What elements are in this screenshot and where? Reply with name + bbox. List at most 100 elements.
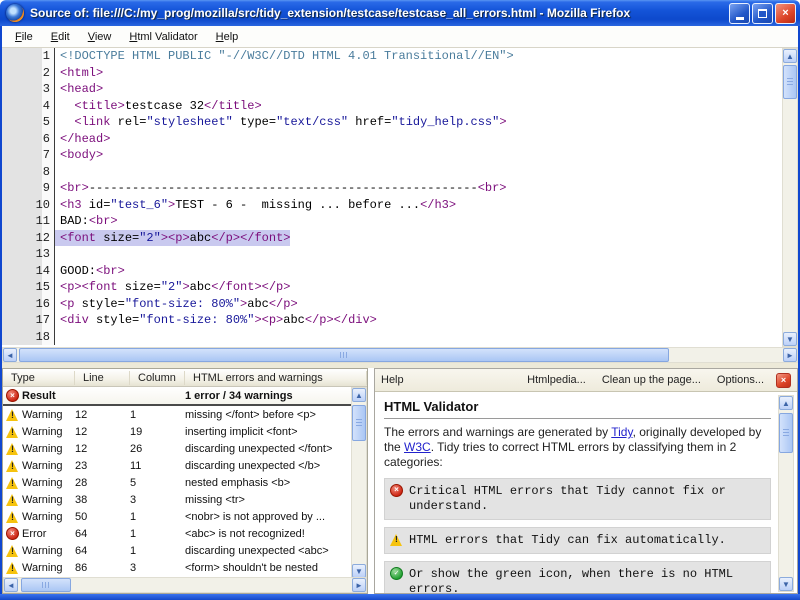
scroll-right-icon[interactable]: ►: [352, 578, 366, 592]
type-label: Warning: [22, 460, 63, 472]
thumb-grip: [42, 582, 50, 588]
help-vertical-scrollbar[interactable]: ▲ ▼: [778, 395, 794, 592]
tidy-link[interactable]: Tidy: [611, 425, 632, 439]
type-label: Error: [22, 528, 46, 540]
column-cell: 3: [130, 494, 185, 506]
help-toolbar: Help Htmlpedia... Clean up the page... O…: [375, 369, 797, 392]
column-header-line[interactable]: Line: [75, 371, 130, 385]
column-header-column[interactable]: Column: [130, 371, 185, 385]
scroll-up-icon[interactable]: ▲: [352, 388, 366, 402]
type-label: Warning: [22, 494, 63, 506]
table-row[interactable]: Warning285nested emphasis <b>: [3, 474, 367, 491]
table-row[interactable]: ×Error641<abc> is not recognized!: [3, 525, 367, 542]
source-vscroll-thumb[interactable]: [783, 65, 797, 99]
category-error-box: × Critical HTML errors that Tidy cannot f…: [384, 478, 771, 520]
menu-view[interactable]: View: [79, 28, 121, 46]
results-vertical-scrollbar[interactable]: ▲ ▼: [351, 387, 367, 579]
type-cell: Warning: [3, 408, 75, 421]
line-number: 8: [2, 164, 55, 181]
close-help-panel-button[interactable]: ×: [776, 373, 791, 388]
scroll-left-icon[interactable]: ◄: [4, 578, 18, 592]
menu-file[interactable]: File: [6, 28, 42, 46]
result-row[interactable]: ×Result1 error / 34 warnings: [3, 387, 367, 406]
table-row[interactable]: Warning501<nobr> is not approved by ...: [3, 508, 367, 525]
result-summary: 1 error / 34 warnings: [185, 390, 367, 402]
selected-source-line[interactable]: <font size="2"><p>abc</p></font>: [55, 230, 290, 247]
table-row[interactable]: Warning1226discarding unexpected </font>: [3, 440, 367, 457]
menu-help[interactable]: Help: [207, 28, 248, 46]
results-column-headers[interactable]: Type Line Column HTML errors and warning…: [3, 369, 367, 387]
source-code: <title>testcase 32</title>: [55, 98, 262, 115]
clean-up-page-button[interactable]: Clean up the page...: [594, 374, 709, 386]
category-ok-box: ✓Or show the green icon, when there is n…: [384, 561, 771, 594]
error-icon: ×: [390, 484, 403, 497]
column-header-type[interactable]: Type: [3, 371, 75, 385]
source-hscroll-thumb[interactable]: [19, 348, 669, 362]
close-button[interactable]: ×: [775, 3, 796, 24]
type-label: Warning: [22, 477, 63, 489]
minimize-button[interactable]: [729, 3, 750, 24]
results-horizontal-scrollbar[interactable]: ◄ ►: [3, 577, 367, 593]
source-line: 17<div style="font-size: 80%"><p>abc</p>…: [2, 312, 782, 329]
column-cell: 1: [130, 545, 185, 557]
source-code: [55, 329, 60, 346]
line-number: 6: [2, 131, 55, 148]
source-vertical-scrollbar[interactable]: ▲ ▼: [782, 48, 798, 347]
restore-button[interactable]: [752, 3, 773, 24]
menu-edit[interactable]: Edit: [42, 28, 79, 46]
scroll-up-icon[interactable]: ▲: [779, 396, 793, 410]
title-bar: Source of: file:///C:/my_prog/mozilla/sr…: [0, 0, 800, 26]
table-row[interactable]: Warning121missing </font> before <p>: [3, 406, 367, 423]
scroll-right-icon[interactable]: ►: [783, 348, 797, 362]
warning-icon: [6, 544, 19, 557]
line-number: 1: [2, 48, 55, 65]
options-button[interactable]: Options...: [709, 374, 772, 386]
column-cell: 11: [130, 460, 185, 472]
line-number: 2: [2, 65, 55, 82]
warning-icon: [6, 459, 19, 472]
line-number: 3: [2, 81, 55, 98]
menu-html-validator[interactable]: Html Validator: [120, 28, 206, 46]
htmlpedia-button[interactable]: Htmlpedia...: [519, 374, 594, 386]
table-row[interactable]: Warning383missing <tr>: [3, 491, 367, 508]
table-row[interactable]: Warning1219inserting implicit <font>: [3, 423, 367, 440]
line-number: 17: [2, 312, 55, 329]
table-row[interactable]: Warning2311discarding unexpected </b>: [3, 457, 367, 474]
paragraph-text: . Tidy tries to correct HTML errors by c…: [384, 440, 736, 469]
message-cell: missing </font> before <p>: [185, 409, 367, 421]
w3c-link[interactable]: W3C: [404, 440, 431, 454]
type-label: Warning: [22, 426, 63, 438]
category-text: Critical HTML errors that Tidy cannot fi…: [409, 484, 726, 513]
scroll-down-icon[interactable]: ▼: [352, 564, 366, 578]
scroll-left-icon[interactable]: ◄: [3, 348, 17, 362]
source-code: <!DOCTYPE HTML PUBLIC "-//W3C//DTD HTML …: [55, 48, 514, 65]
type-cell: Warning: [3, 561, 75, 574]
type-cell: Warning: [3, 493, 75, 506]
scroll-down-icon[interactable]: ▼: [783, 332, 797, 346]
column-header-message[interactable]: HTML errors and warnings: [185, 371, 367, 385]
source-line: 12<font size="2"><p>abc</p></font>: [2, 230, 782, 247]
help-vscroll-thumb[interactable]: [779, 413, 793, 453]
source-view[interactable]: 1<!DOCTYPE HTML PUBLIC "-//W3C//DTD HTML…: [2, 48, 782, 347]
results-vscroll-thumb[interactable]: [352, 405, 366, 441]
column-cell: 5: [130, 477, 185, 489]
type-label: Warning: [22, 545, 63, 557]
column-cell: 1: [130, 409, 185, 421]
help-heading: HTML Validator: [384, 399, 771, 414]
firefox-logo-icon: [6, 4, 24, 22]
type-cell: ×Error: [3, 527, 75, 540]
heading-rule: [384, 418, 771, 419]
scroll-down-icon[interactable]: ▼: [779, 577, 793, 591]
line-number: 16: [2, 296, 55, 313]
menu-bar: FileEditViewHtml ValidatorHelp: [2, 26, 798, 48]
table-row[interactable]: Warning641discarding unexpected <abc>: [3, 542, 367, 559]
validator-help-panel: Help Htmlpedia... Clean up the page... O…: [374, 368, 798, 594]
source-horizontal-scrollbar[interactable]: ◄ ►: [2, 347, 798, 363]
table-row[interactable]: Warning863<form> shouldn't be nested: [3, 559, 367, 576]
line-cell: 64: [75, 545, 130, 557]
message-cell: nested emphasis <b>: [185, 477, 367, 489]
results-hscroll-thumb[interactable]: [21, 578, 71, 592]
column-cell: 26: [130, 443, 185, 455]
scroll-up-icon[interactable]: ▲: [783, 49, 797, 63]
message-cell: <form> shouldn't be nested: [185, 562, 367, 574]
